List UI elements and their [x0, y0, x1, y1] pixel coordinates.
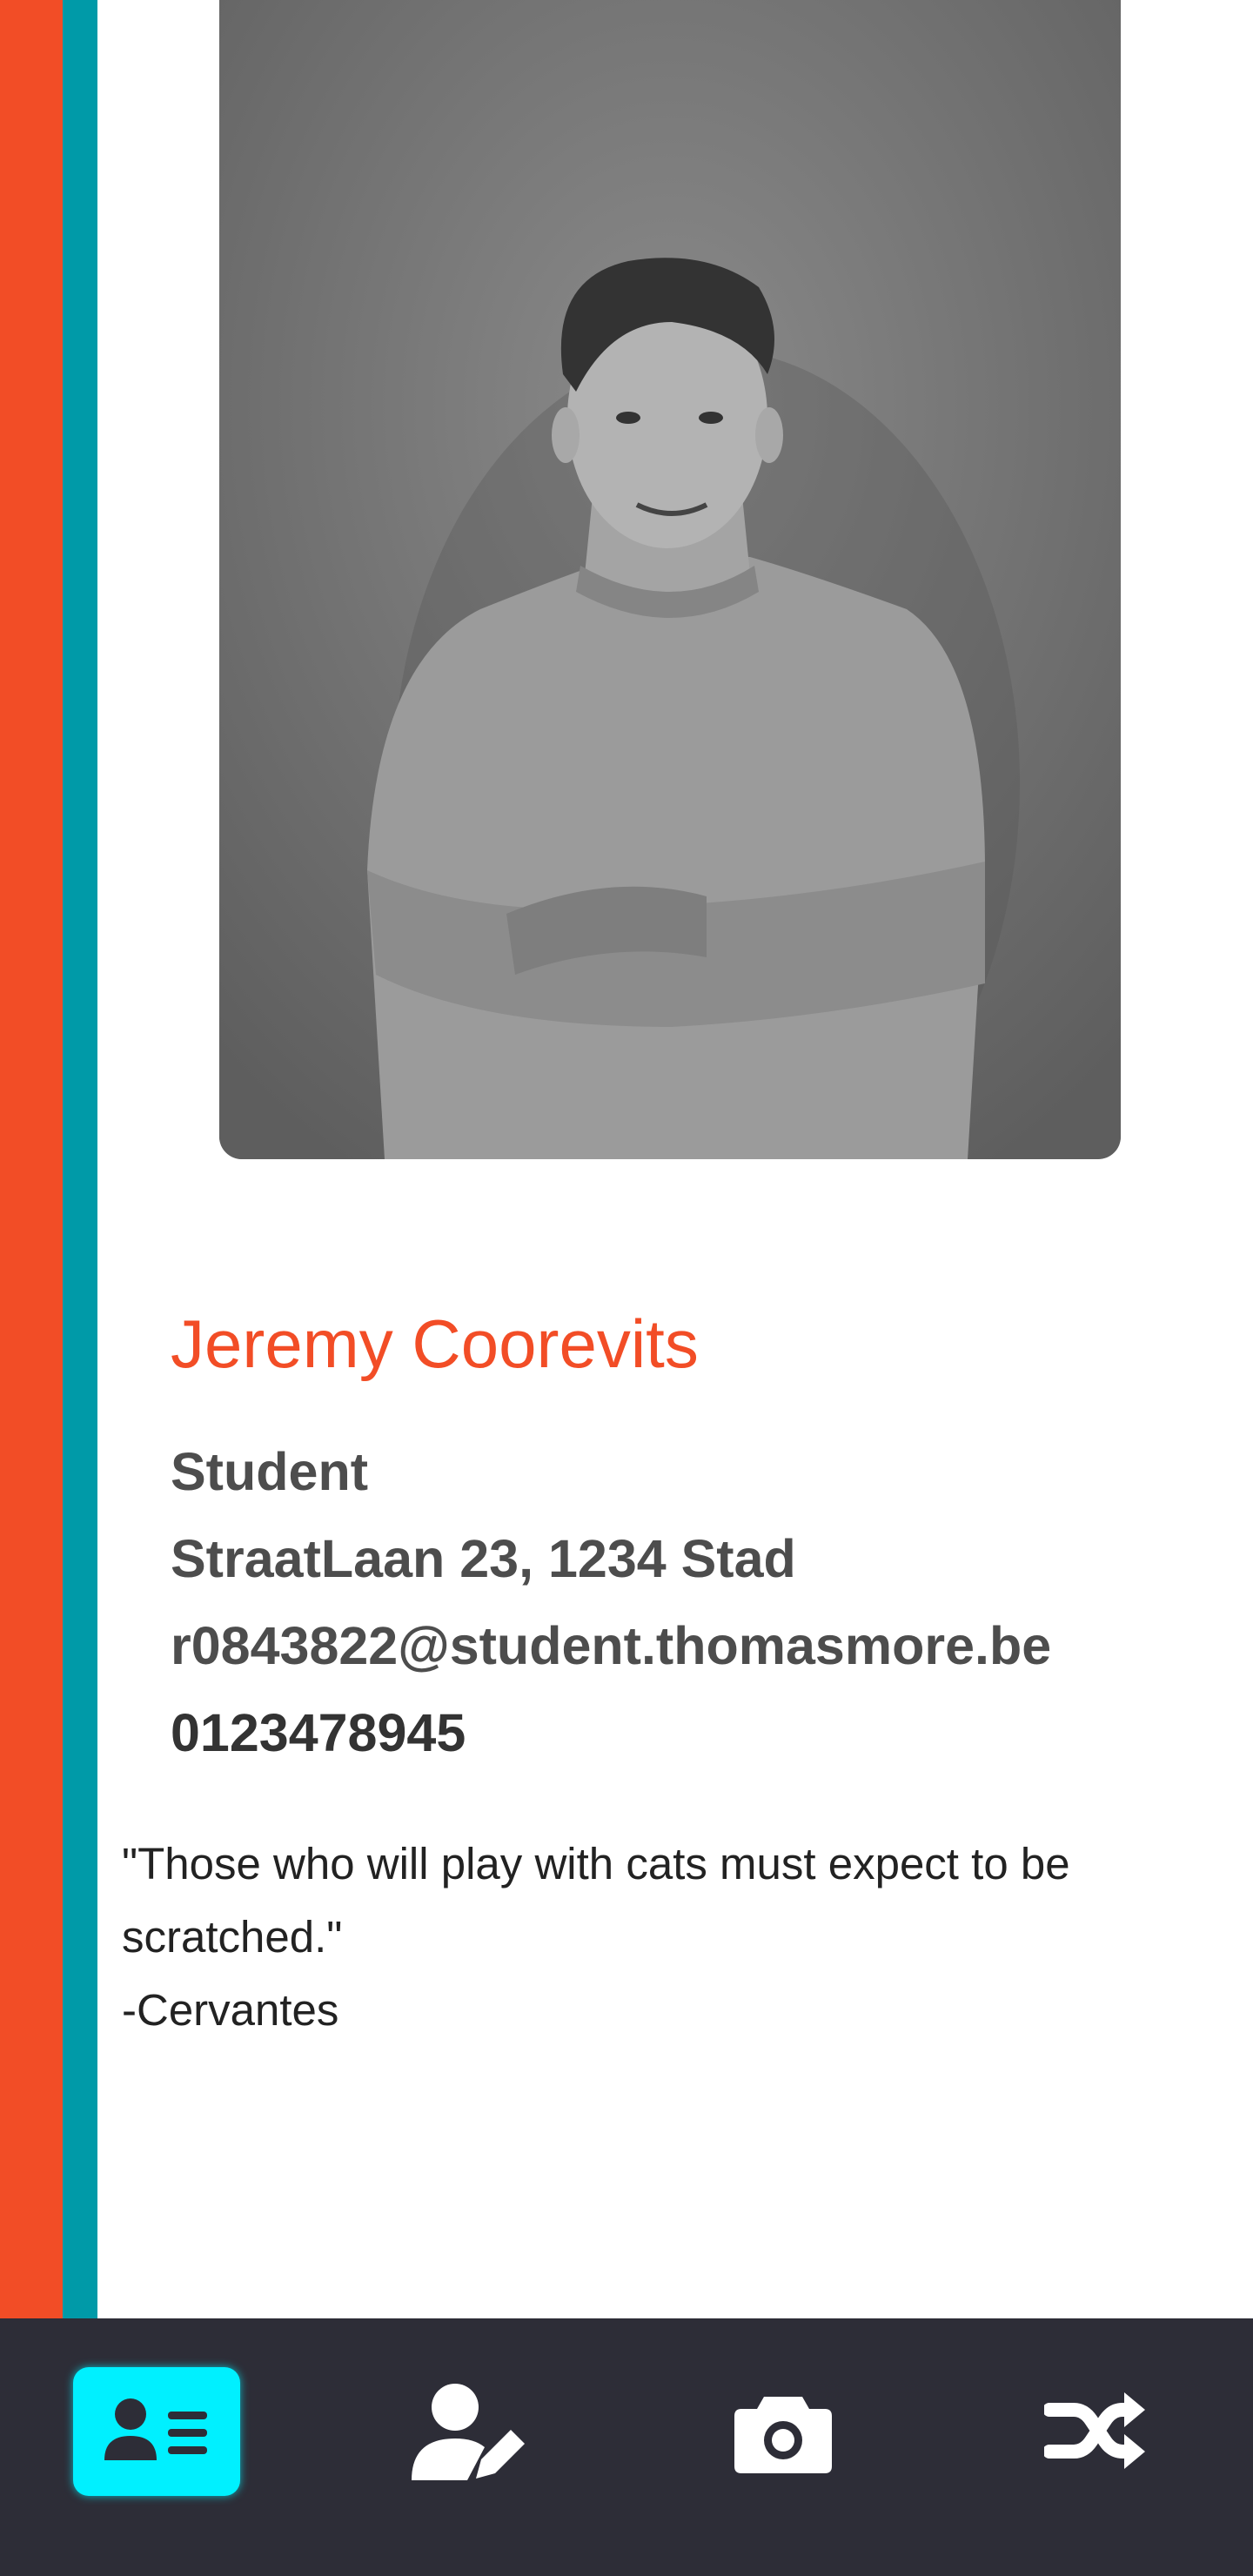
profile-photo-image	[219, 0, 1121, 1159]
nav-edit-profile-button[interactable]	[386, 2367, 553, 2496]
accent-stripe-teal	[63, 0, 97, 2318]
profile-photo	[219, 0, 1121, 1159]
quote-text-line-1: "Those who will play with cats must expe…	[122, 1839, 1070, 1888]
profile-email: r0843822@student.thomasmore.be	[171, 1616, 1052, 1675]
nav-profile-card-button[interactable]	[73, 2367, 240, 2496]
quote-block: "Those who will play with cats must expe…	[122, 1828, 1209, 2047]
profile-role: Student	[171, 1442, 369, 1501]
id-card-icon	[104, 2398, 207, 2460]
shuffle-icon	[1044, 2392, 1145, 2469]
nav-shuffle-button[interactable]	[1013, 2367, 1180, 2496]
camera-icon	[734, 2397, 832, 2473]
quote-author: -Cervantes	[122, 1985, 339, 2035]
bottom-navigation-bar	[0, 2318, 1253, 2576]
profile-phone: 0123478945	[171, 1703, 466, 1762]
profile-name: Jeremy Coorevits	[171, 1305, 699, 1382]
accent-stripe-orange	[0, 0, 63, 2318]
profile-address: StraatLaan 23, 1234 Stad	[171, 1529, 796, 1588]
user-edit-icon	[412, 2384, 525, 2480]
quote-text-line-2: scratched."	[122, 1912, 343, 1962]
nav-camera-button[interactable]	[700, 2367, 867, 2496]
